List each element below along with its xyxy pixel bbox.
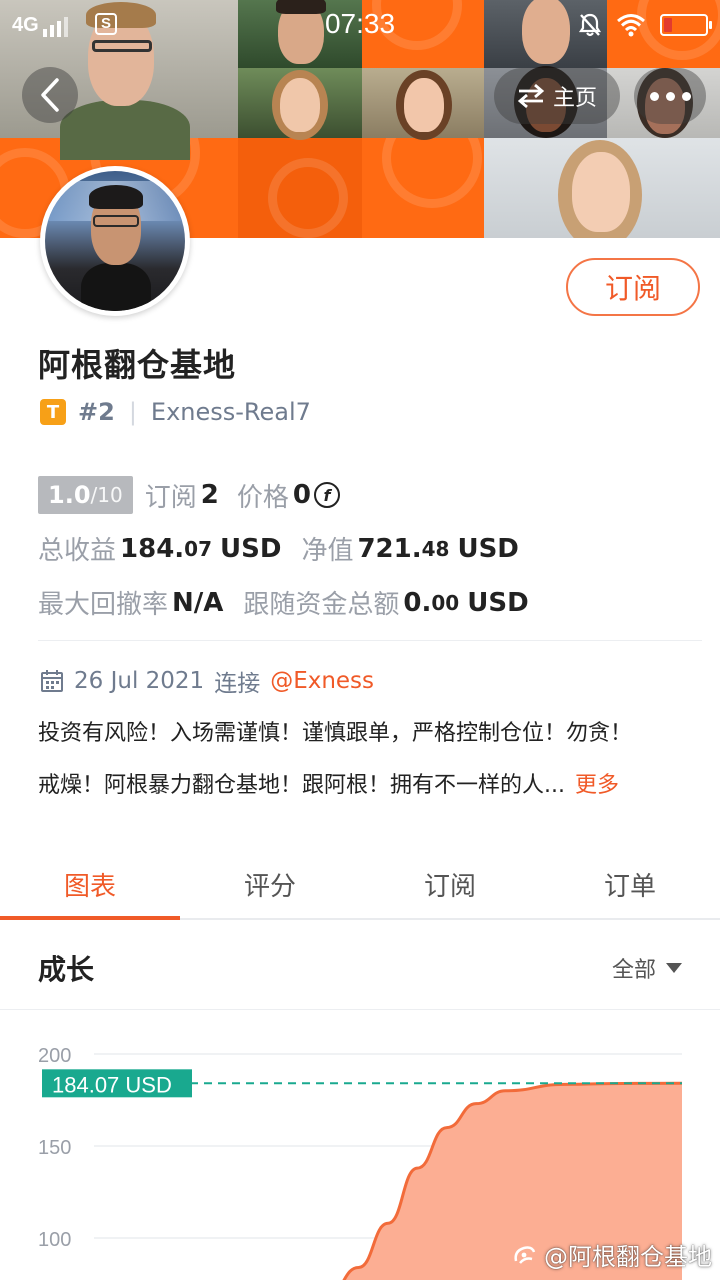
watermark-logo-icon: [514, 1245, 536, 1264]
meta-separator: |: [128, 398, 137, 426]
tab-rating[interactable]: 评分: [180, 846, 360, 918]
range-selected: 全部: [611, 958, 656, 983]
tab-orders[interactable]: 订单: [540, 846, 720, 918]
score-row: 1.0/10 订阅 2 价格 0 f: [38, 476, 340, 514]
description-text: 戒燥！阿根暴力翻仓基地！跟阿根！拥有不一样的人...: [38, 773, 565, 798]
range-dropdown[interactable]: 全部: [612, 952, 682, 984]
mute-bell-icon: [578, 13, 602, 37]
account-name: Exness-Real7: [150, 398, 311, 426]
current-value-label: 184.07 USD: [52, 1072, 172, 1097]
description-line-1: 投资有风险！入场需谨慎！谨慎跟单，严格控制仓位！勿贪！: [38, 721, 633, 746]
drawdown-row: 最大回撤率 N/A 跟随资金总额 0. 00 USD: [38, 584, 529, 621]
avatar[interactable]: [40, 166, 190, 316]
total-profit-dec: 07: [184, 536, 213, 561]
trader-badge-icon: T: [40, 399, 66, 425]
trader-name: 阿根翻仓基地: [38, 346, 237, 384]
equity-int: 721.: [357, 533, 422, 564]
watermark: @阿根翻仓基地: [512, 1237, 712, 1272]
cover-pattern-tile: [362, 138, 484, 238]
equity-label: 净值: [301, 536, 354, 566]
back-button[interactable]: [22, 67, 78, 123]
calendar-icon: [41, 670, 63, 692]
home-button[interactable]: 主页: [494, 68, 620, 124]
follow-funds-dec: 00: [431, 590, 460, 615]
score-value: 1.0: [48, 481, 91, 509]
growth-header: 成长 全部: [0, 922, 720, 1010]
growth-chart: 100 150 200 184.07 USD @阿根翻仓基地: [0, 1010, 720, 1280]
price-value: 0: [292, 480, 311, 510]
broker-link[interactable]: @Exness: [270, 668, 374, 694]
description-line-2: 戒燥！阿根暴力翻仓基地！跟阿根！拥有不一样的人... 更多: [38, 773, 688, 799]
y-tick-label: 100: [38, 1229, 71, 1251]
subscribe-button[interactable]: 订阅: [566, 258, 700, 316]
subscriptions-label: 订阅: [144, 482, 197, 513]
more-options-button[interactable]: [634, 68, 706, 124]
score-badge: 1.0/10: [38, 476, 133, 514]
home-button-label: 主页: [552, 86, 597, 111]
more-link[interactable]: 更多: [575, 773, 619, 798]
equity-dec: 48: [421, 536, 450, 561]
tab-chart[interactable]: 图表: [0, 846, 180, 920]
watermark-text: @阿根翻仓基地: [544, 1243, 712, 1271]
max-drawdown-label: 最大回撤率: [38, 590, 169, 620]
more-dots-icon: [649, 91, 659, 101]
max-drawdown-value: N/A: [172, 587, 224, 618]
cover-photo: [362, 68, 484, 140]
trader-meta: T #2 | Exness-Real7: [40, 398, 311, 426]
switch-arrows-icon: [517, 84, 545, 108]
growth-title: 成长: [38, 953, 95, 986]
score-max: /10: [90, 483, 123, 507]
cover-photo: [484, 138, 720, 238]
connection-info: 26 Jul 2021 连接 @Exness: [40, 664, 374, 698]
cover-pattern-tile: [238, 138, 362, 238]
caret-down-icon: [666, 963, 682, 973]
chevron-left-icon: [41, 78, 59, 112]
total-profit-int: 184.: [120, 533, 185, 564]
total-profit-unit: USD: [220, 533, 282, 564]
profit-row: 总收益 184. 07 USD 净值 721. 48 USD: [38, 530, 519, 567]
tab-subscriptions[interactable]: 订阅: [360, 846, 540, 918]
cover-photo: [238, 68, 362, 140]
section-divider: [38, 640, 702, 641]
follow-funds-label: 跟随资金总额: [243, 590, 400, 620]
connection-label: 连接: [214, 671, 261, 697]
status-bar: 4G S 07:33: [0, 0, 720, 52]
equity-unit: USD: [457, 533, 519, 564]
follow-funds-unit: USD: [467, 587, 529, 618]
avatar-photo: [45, 171, 185, 311]
y-tick-label: 200: [38, 1045, 71, 1067]
follow-funds-int: 0.: [403, 587, 432, 618]
currency-coin-icon: f: [313, 482, 340, 508]
battery-icon: [660, 14, 712, 36]
price-label: 价格: [236, 482, 289, 513]
wifi-icon: [617, 14, 645, 37]
tab-bar: 图表 评分 订阅 订单: [0, 846, 720, 920]
y-tick-label: 150: [38, 1137, 71, 1159]
total-profit-label: 总收益: [38, 536, 117, 566]
subscriptions-value: 2: [200, 480, 219, 510]
trader-rank: #2: [78, 398, 115, 426]
connection-date: 26 Jul 2021: [74, 668, 205, 694]
